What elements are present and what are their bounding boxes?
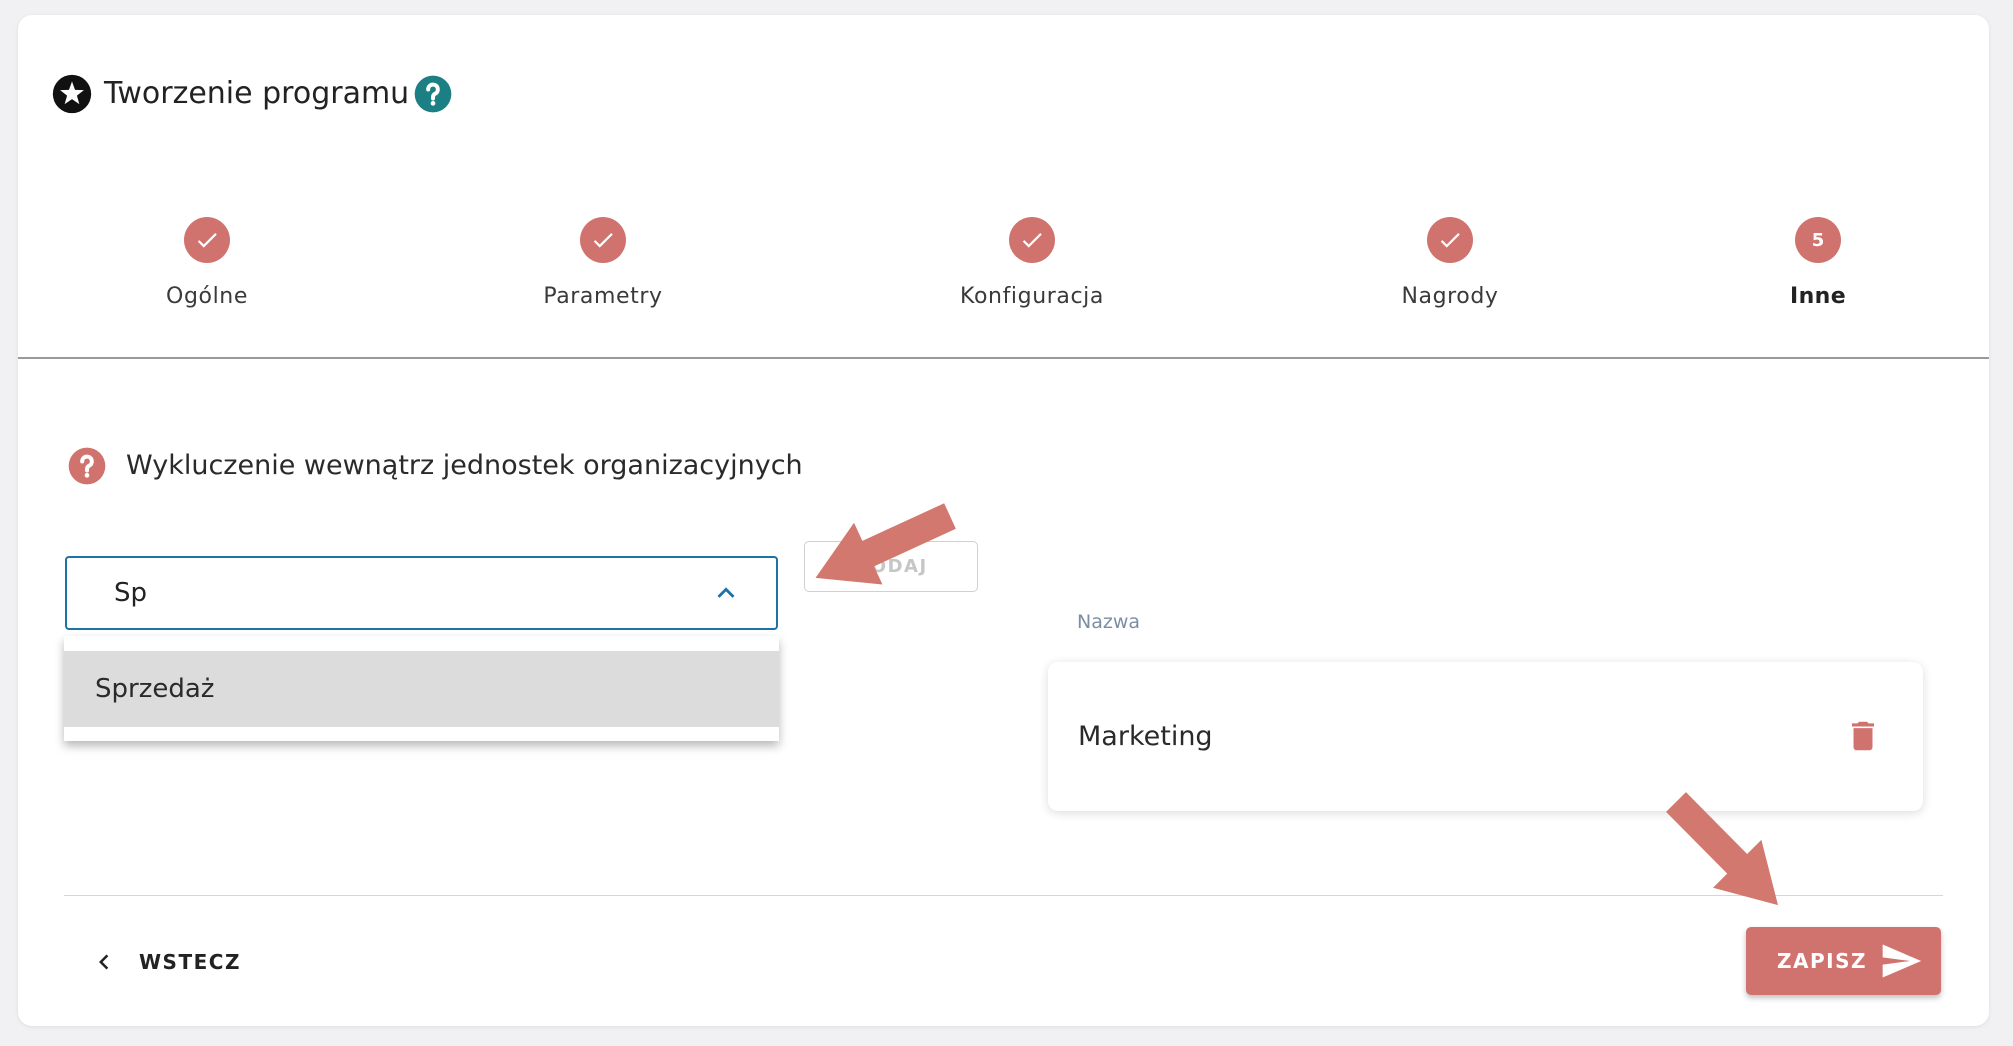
page-title: Tworzenie programu	[104, 76, 410, 111]
exclusion-header: Wykluczenie wewnątrz jednostek organizac…	[67, 446, 803, 486]
exclusion-label: Wykluczenie wewnątrz jednostek organizac…	[126, 450, 803, 481]
step-label-active: Inne	[1789, 284, 1847, 309]
send-icon	[1879, 939, 1923, 983]
save-label: ZAPISZ	[1777, 949, 1867, 973]
help-circle-icon[interactable]	[413, 74, 453, 114]
check-icon	[197, 233, 217, 248]
check-icon	[1022, 233, 1042, 248]
program-card: Tworzenie programu Ogólne Parametry Konf…	[18, 15, 1989, 1026]
column-header-name: Nazwa	[1077, 611, 1141, 633]
step-circle[interactable]	[580, 217, 626, 263]
step-inne[interactable]: 5 Inne	[1698, 217, 1938, 311]
page-header: Tworzenie programu	[52, 74, 453, 114]
step-label: Nagrody	[1401, 284, 1499, 309]
step-ogolne[interactable]: Ogólne	[87, 217, 327, 311]
org-unit-dropdown: Sprzedaż	[64, 636, 779, 741]
star-circle-icon	[52, 74, 92, 114]
save-button[interactable]: ZAPISZ	[1746, 927, 1941, 995]
check-icon	[593, 233, 613, 248]
org-unit-search-input[interactable]	[67, 558, 674, 628]
dropdown-option[interactable]: Sprzedaż	[64, 651, 779, 727]
stepper-divider	[18, 357, 1989, 359]
step-parametry[interactable]: Parametry	[483, 217, 723, 311]
step-label: Konfiguracja	[960, 284, 1104, 309]
table-row: Marketing	[1048, 662, 1923, 811]
trash-icon[interactable]	[1844, 717, 1882, 755]
step-number[interactable]: 5	[1795, 217, 1841, 263]
step-label: Parametry	[543, 284, 663, 309]
step-konfiguracja[interactable]: Konfiguracja	[912, 217, 1152, 311]
check-icon	[1440, 233, 1460, 248]
org-unit-select[interactable]	[65, 556, 778, 630]
step-circle[interactable]	[1427, 217, 1473, 263]
chevron-left-icon	[89, 947, 119, 977]
footer-divider	[64, 895, 1943, 896]
step-label: Ogólne	[166, 284, 248, 309]
back-button[interactable]: WSTECZ	[89, 942, 241, 982]
row-name: Marketing	[1078, 721, 1213, 752]
step-circle[interactable]	[184, 217, 230, 263]
chevron-up-icon[interactable]	[709, 576, 743, 610]
back-label: WSTECZ	[139, 950, 241, 974]
add-button[interactable]: DODAJ	[804, 541, 978, 592]
step-nagrody[interactable]: Nagrody	[1330, 217, 1570, 311]
help-circle-icon[interactable]	[67, 446, 107, 486]
step-circle[interactable]	[1009, 217, 1055, 263]
